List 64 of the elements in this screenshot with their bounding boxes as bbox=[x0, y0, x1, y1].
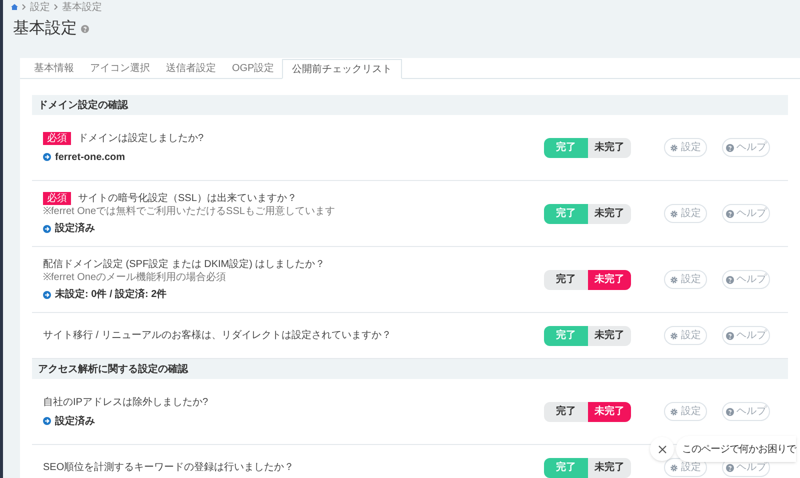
note-text: ※ferret Oneのメール機能利用の場合必須 bbox=[43, 273, 228, 283]
breadcrumb-current: 基本設定 bbox=[62, 0, 102, 14]
incomplete-toggle[interactable]: 未完了 bbox=[588, 204, 631, 224]
help-button[interactable]: ヘルプ bbox=[722, 326, 770, 345]
complete-toggle[interactable]: 完了 bbox=[544, 270, 588, 290]
help-icon bbox=[726, 408, 734, 416]
settings-icon bbox=[670, 210, 678, 218]
incomplete-toggle[interactable]: 未完了 bbox=[588, 138, 631, 158]
settings-button[interactable]: 設定 bbox=[664, 138, 707, 157]
chevron-icon bbox=[54, 4, 58, 10]
help-button[interactable]: ヘルプ bbox=[722, 204, 770, 223]
help-icon bbox=[726, 210, 734, 218]
status-link[interactable]: 設定済み bbox=[55, 414, 95, 428]
tab[interactable]: 公開前チェックリスト bbox=[282, 59, 402, 79]
question-text: 自社のIPアドレスは除外しましたか? bbox=[43, 396, 208, 410]
help-icon[interactable] bbox=[81, 25, 89, 33]
breadcrumb-link[interactable]: 設定 bbox=[30, 0, 50, 14]
settings-button[interactable]: 設定 bbox=[664, 270, 707, 289]
home-icon[interactable] bbox=[11, 4, 18, 10]
help-icon bbox=[726, 332, 734, 340]
required-badge: 必須 bbox=[43, 192, 71, 205]
help-button[interactable]: ヘルプ bbox=[722, 402, 770, 421]
help-button[interactable]: ヘルプ bbox=[722, 270, 770, 289]
page-title: 基本設定 bbox=[13, 18, 77, 39]
tab[interactable]: アイコン選択 bbox=[82, 59, 158, 78]
tab[interactable]: 送信者設定 bbox=[158, 59, 224, 78]
tab[interactable]: OGP設定 bbox=[224, 59, 282, 78]
arrow-circle-icon bbox=[43, 153, 51, 161]
chevron-icon bbox=[22, 4, 26, 10]
question-text: サイトの暗号化設定（SSL）は出来ていますか？ bbox=[78, 192, 297, 206]
question-text: SEO順位を計測するキーワードの登録は行いましたか？ bbox=[43, 460, 294, 475]
settings-icon bbox=[670, 276, 678, 284]
tab[interactable]: 基本情報 bbox=[26, 59, 82, 78]
settings-icon bbox=[670, 408, 678, 416]
incomplete-toggle[interactable]: 未完了 bbox=[588, 402, 631, 422]
arrow-circle-icon bbox=[43, 224, 51, 232]
question-text: 配信ドメイン設定 (SPF設定 または DKIM設定) はしましたか？ bbox=[43, 258, 326, 272]
chat-toast[interactable]: このページで何かお困りで bbox=[676, 436, 796, 462]
arrow-circle-icon bbox=[43, 417, 51, 425]
status-link[interactable]: 未設定: 0件 / 設定済: 2件 bbox=[55, 287, 167, 302]
settings-button[interactable]: 設定 bbox=[664, 326, 707, 345]
section-heading: ドメイン設定の確認 bbox=[32, 95, 788, 115]
help-icon bbox=[726, 144, 734, 152]
settings-button[interactable]: 設定 bbox=[664, 402, 707, 421]
required-badge: 必須 bbox=[43, 132, 71, 144]
help-button[interactable]: ヘルプ bbox=[722, 138, 770, 157]
close-icon bbox=[658, 444, 666, 454]
settings-button[interactable]: 設定 bbox=[664, 204, 707, 223]
incomplete-toggle[interactable]: 未完了 bbox=[588, 326, 631, 346]
question-text: ドメインは設定しましたか? bbox=[78, 132, 204, 146]
section-heading: アクセス解析に関する設定の確認 bbox=[32, 359, 788, 379]
question-text: サイト移行 / リニューアルのお客様は、リダイレクトは設定されていますか？ bbox=[43, 328, 392, 343]
help-icon bbox=[726, 276, 734, 284]
settings-icon bbox=[670, 464, 678, 472]
complete-toggle[interactable]: 完了 bbox=[544, 402, 588, 422]
status-link[interactable]: ferret-one.com bbox=[55, 150, 126, 164]
incomplete-toggle[interactable]: 未完了 bbox=[588, 270, 631, 290]
status-link[interactable]: 設定済み bbox=[55, 221, 95, 236]
note-text: ※ferret Oneでは無料でご利用いただけるSSLもご用意しています bbox=[43, 207, 336, 217]
settings-icon bbox=[670, 332, 678, 340]
help-icon bbox=[726, 464, 734, 472]
settings-icon bbox=[670, 144, 678, 152]
incomplete-toggle[interactable]: 未完了 bbox=[588, 458, 631, 478]
arrow-circle-icon bbox=[43, 290, 51, 298]
